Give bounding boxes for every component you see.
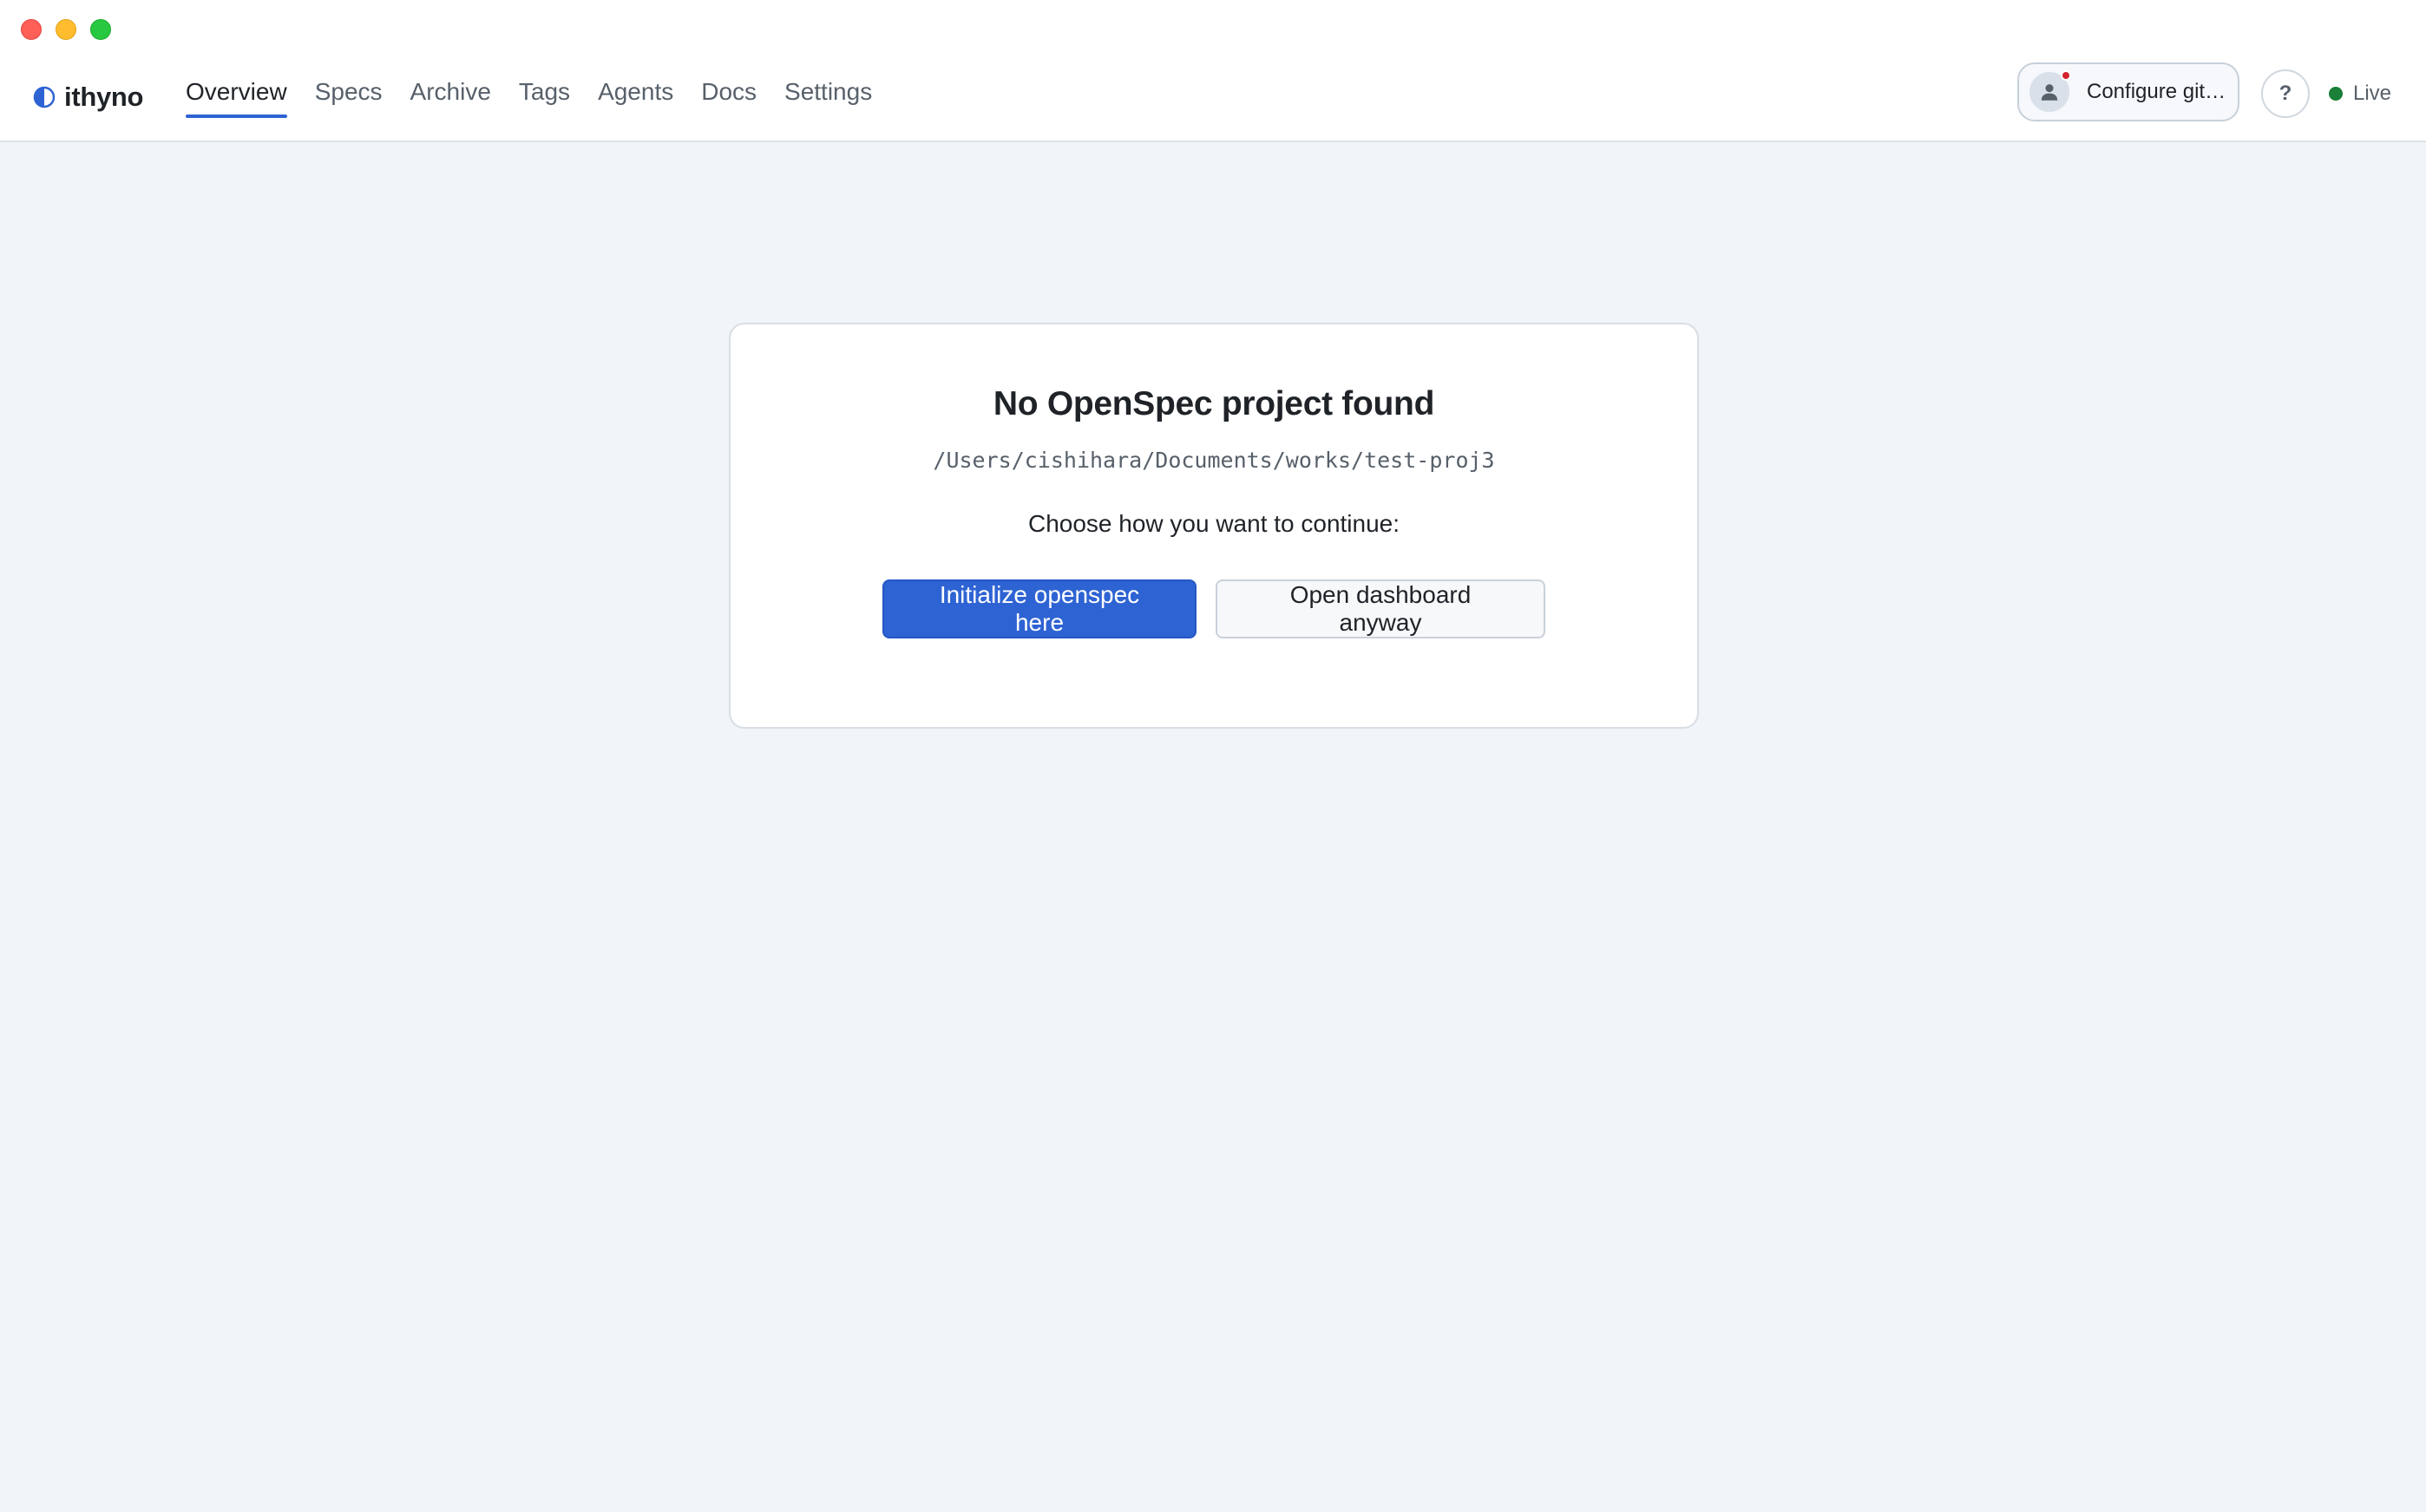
live-status: Live — [2329, 80, 2391, 108]
card-title: No OpenSpec project found — [993, 385, 1435, 422]
brand[interactable]: ithyno — [33, 78, 143, 116]
configure-git-button[interactable]: Configure git… — [2017, 62, 2239, 121]
title-bar — [0, 0, 2426, 59]
close-window-button[interactable] — [21, 19, 42, 40]
half-circle-logo-icon — [33, 86, 56, 108]
help-button[interactable]: ? — [2261, 69, 2310, 118]
live-status-dot — [2329, 87, 2343, 101]
nav-tab-tags[interactable]: Tags — [519, 73, 570, 123]
app-window: ithyno Overview Specs Archive Tags Agent… — [0, 0, 2426, 1512]
top-navigation-bar: ithyno Overview Specs Archive Tags Agent… — [0, 59, 2426, 142]
card-actions: Initialize openspec here Open dashboard … — [731, 579, 1697, 638]
avatar — [2029, 70, 2071, 112]
brand-name: ithyno — [64, 82, 144, 112]
card-prompt: Choose how you want to continue: — [1027, 510, 1400, 537]
nav-tab-specs[interactable]: Specs — [315, 73, 383, 123]
configure-git-label: Configure git… — [2087, 80, 2226, 103]
user-icon — [2041, 84, 2058, 101]
nav-tab-overview[interactable]: Overview — [186, 73, 287, 123]
initialize-openspec-button[interactable]: Initialize openspec here — [882, 579, 1197, 638]
nav-tab-docs[interactable]: Docs — [701, 73, 757, 123]
nav-tab-settings[interactable]: Settings — [784, 73, 872, 123]
alert-dot — [2061, 70, 2071, 81]
nav-tab-archive[interactable]: Archive — [410, 73, 491, 123]
live-status-label: Live — [2353, 82, 2392, 105]
maximize-window-button[interactable] — [90, 19, 111, 40]
open-dashboard-button[interactable]: Open dashboard anyway — [1216, 579, 1545, 638]
nav-tab-agents[interactable]: Agents — [598, 73, 673, 123]
project-path: /Users/cishihara/Documents/works/test-pr… — [933, 448, 1495, 473]
main-nav: Overview Specs Archive Tags Agents Docs … — [186, 73, 872, 125]
no-project-card: No OpenSpec project found /Users/cishiha… — [729, 323, 1699, 729]
minimize-window-button[interactable] — [56, 19, 76, 40]
